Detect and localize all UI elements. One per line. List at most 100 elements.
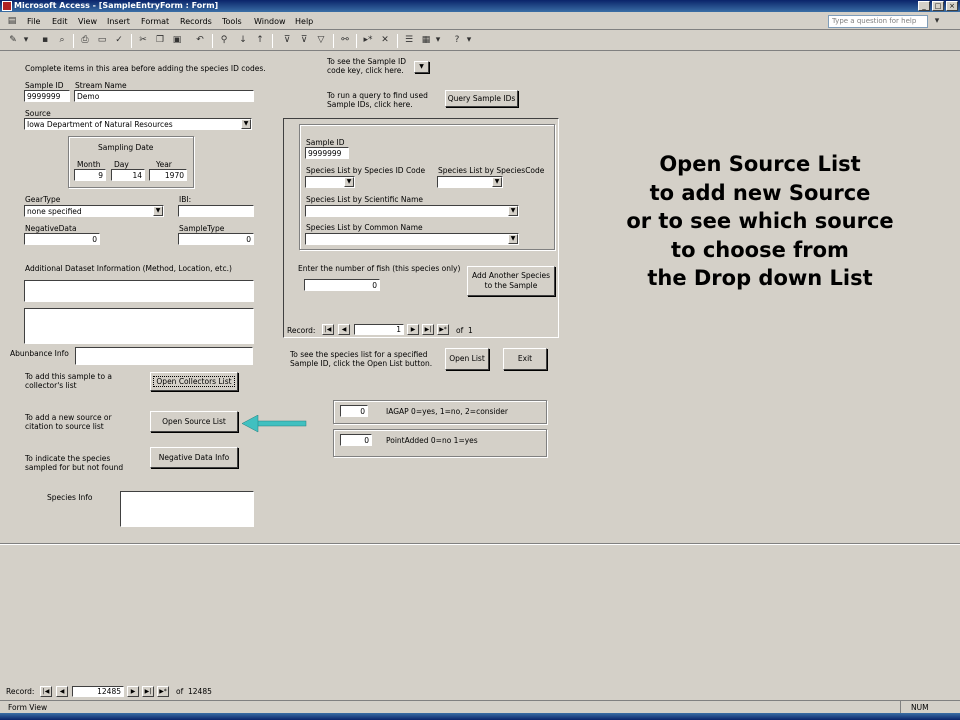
copy-icon[interactable]: ❐ (153, 34, 167, 47)
new-object-dropdown-icon[interactable]: ▾ (434, 34, 442, 47)
pointadded-input[interactable]: 0 (340, 434, 372, 446)
subform-last-record-button[interactable]: ▶| (422, 324, 434, 335)
form-divider (0, 543, 960, 545)
status-view-text: Form View (8, 703, 48, 712)
add-another-species-button[interactable]: Add Another Species to the Sample (467, 266, 555, 296)
menu-format[interactable]: Format (141, 17, 169, 26)
subform-record-total: 1 (468, 326, 473, 335)
menu-window[interactable]: Window (254, 17, 286, 26)
stream-name-label: Stream Name (75, 81, 127, 90)
menu-view[interactable]: View (78, 17, 97, 26)
source-dropdown[interactable]: Iowa Department of Natural Resources ▼ (24, 118, 252, 130)
properties-icon[interactable]: ☰ (402, 34, 416, 47)
chevron-down-icon[interactable]: ▼ (153, 206, 163, 216)
menu-edit[interactable]: Edit (52, 17, 68, 26)
chevron-down-icon[interactable]: ▼ (344, 177, 354, 187)
subform-new-record-button[interactable]: ▶* (437, 324, 449, 335)
fish-count-input[interactable]: 0 (304, 279, 380, 291)
day-input[interactable]: 14 (111, 169, 145, 181)
filter-form-icon[interactable]: ⊽ (297, 34, 311, 47)
month-label: Month (77, 160, 101, 169)
spelling-icon[interactable]: ✓ (112, 34, 126, 47)
scientific-name-dropdown[interactable]: ▼ (305, 205, 519, 217)
record-label: Record: (6, 687, 35, 696)
additional-info-input-2[interactable] (24, 308, 254, 344)
chevron-down-icon[interactable]: ▼ (492, 177, 502, 187)
view-dropdown-icon[interactable]: ▾ (22, 34, 30, 47)
toolbar-options-icon[interactable]: ▾ (466, 34, 472, 47)
open-source-list-button[interactable]: Open Source List (150, 411, 238, 432)
stream-name-input[interactable]: Demo (74, 90, 254, 102)
exit-button[interactable]: Exit (503, 348, 547, 370)
sort-descending-icon[interactable]: ↑ (253, 34, 267, 47)
species-info-input[interactable] (120, 491, 254, 527)
paste-icon[interactable]: ▣ (170, 34, 184, 47)
sampletype-input[interactable]: 0 (178, 233, 254, 245)
menu-help[interactable]: Help (295, 17, 313, 26)
filter-selection-icon[interactable]: ⊽ (280, 34, 294, 47)
close-button[interactable]: × (946, 1, 958, 11)
file-search-icon[interactable]: ⌕ (55, 34, 69, 47)
print-icon[interactable]: ⎙ (78, 34, 92, 47)
common-name-dropdown[interactable]: ▼ (305, 233, 519, 245)
query-sample-ids-button[interactable]: Query Sample IDs (445, 90, 518, 107)
menu-insert[interactable]: Insert (107, 17, 130, 26)
database-window-icon[interactable]: ▦ (419, 34, 433, 47)
geartype-dropdown[interactable]: none specified ▼ (24, 205, 164, 217)
menu-file[interactable]: File (27, 17, 40, 26)
chevron-down-icon[interactable]: ▼ (508, 206, 518, 216)
species-id-dropdown[interactable]: ▼ (305, 176, 355, 188)
first-record-button[interactable]: |◀ (40, 686, 52, 697)
undo-icon[interactable]: ↶ (193, 34, 207, 47)
negativedata-input[interactable]: 0 (24, 233, 100, 245)
record-number-input[interactable]: 12485 (72, 686, 124, 697)
minimize-button[interactable]: _ (918, 1, 930, 11)
fish-count-label: Enter the number of fish (this species o… (298, 264, 461, 273)
menu-records[interactable]: Records (180, 17, 212, 26)
abundance-info-input[interactable] (75, 347, 253, 365)
ibi-input[interactable] (178, 205, 254, 217)
new-record-button[interactable]: ▶* (157, 686, 169, 697)
delete-record-icon[interactable]: ✕ (378, 34, 392, 47)
sample-id-input[interactable]: 9999999 (24, 90, 70, 102)
menu-tools[interactable]: Tools (222, 17, 242, 26)
maximize-button[interactable]: □ (932, 1, 944, 11)
next-record-button[interactable]: ▶ (127, 686, 139, 697)
source-text-2: citation to source list (25, 422, 104, 431)
subform-record-label: Record: (287, 326, 316, 335)
subform-sample-id-input[interactable]: 9999999 (305, 147, 349, 159)
negative-data-info-button[interactable]: Negative Data Info (150, 447, 238, 468)
month-input[interactable]: 9 (74, 169, 106, 181)
query-text-2: Sample IDs, click here. (327, 100, 413, 109)
subform-record-number-input[interactable]: 1 (354, 324, 404, 335)
apply-filter-icon[interactable]: ▽ (314, 34, 328, 47)
subform-prev-record-button[interactable]: ◀ (338, 324, 350, 335)
chevron-down-icon[interactable]: ▼ (508, 234, 518, 244)
sample-id-key-button[interactable]: ▼ (414, 61, 429, 73)
subform-next-record-button[interactable]: ▶ (407, 324, 419, 335)
year-input[interactable]: 1970 (149, 169, 187, 181)
hyperlink-icon[interactable]: ⚲ (217, 34, 231, 47)
find-icon[interactable]: ⚯ (338, 34, 352, 47)
save-icon[interactable]: ▪ (38, 34, 52, 47)
chevron-down-icon[interactable]: ▼ (241, 119, 251, 129)
subform-first-record-button[interactable]: |◀ (322, 324, 334, 335)
open-list-button[interactable]: Open List (445, 348, 489, 370)
help-dropdown-icon[interactable]: ▾ (932, 15, 942, 28)
negative-text-2: sampled for but not found (25, 463, 124, 472)
help-icon[interactable]: ? (450, 34, 464, 47)
form-icon[interactable]: ▤ (4, 15, 20, 28)
by-species-id-label: Species List by Species ID Code (306, 166, 426, 175)
design-view-icon[interactable]: ✎ (6, 34, 20, 47)
iagap-input[interactable]: 0 (340, 405, 368, 417)
new-record-icon[interactable]: ▸* (361, 34, 375, 47)
species-code-dropdown[interactable]: ▼ (437, 176, 503, 188)
sort-ascending-icon[interactable]: ↓ (236, 34, 250, 47)
additional-info-input-1[interactable] (24, 280, 254, 302)
open-collectors-list-button[interactable]: Open Collectors List (150, 372, 238, 391)
last-record-button[interactable]: ▶| (142, 686, 154, 697)
prev-record-button[interactable]: ◀ (56, 686, 68, 697)
cut-icon[interactable]: ✂ (136, 34, 150, 47)
print-preview-icon[interactable]: ▭ (95, 34, 109, 47)
help-search-input[interactable]: Type a question for help (828, 15, 928, 28)
